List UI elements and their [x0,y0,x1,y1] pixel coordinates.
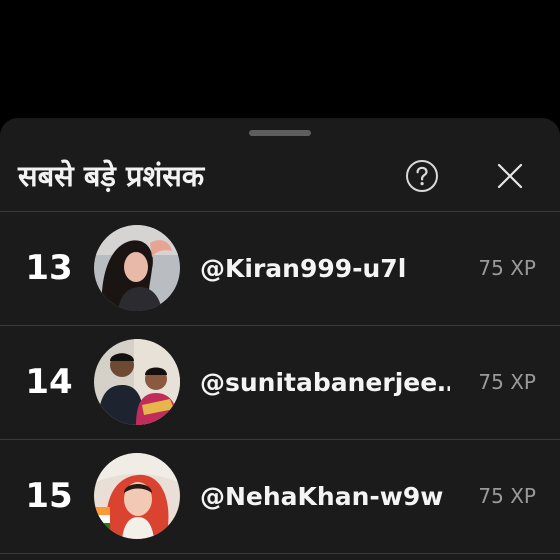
fan-rank: 14 [25,362,73,402]
fan-username[interactable]: @Kiran999-u7l [200,212,450,325]
fan-rank: 13 [25,248,73,288]
fan-xp: 75 XP [478,484,536,508]
fan-xp: 75 XP [478,256,536,280]
sheet-title: सबसे बड़े प्रशंसक [18,159,205,193]
sheet-drag-handle[interactable] [249,130,311,136]
user-avatar[interactable] [94,225,180,311]
fan-username[interactable]: @sunitabanerjee… [200,326,450,439]
help-button[interactable] [402,156,442,196]
top-fans-list: 13 @Kiran999-u7l 75 XP 14 @sunitabanerje… [0,212,560,554]
fan-username[interactable]: @NehaKhan-w9w [200,440,450,553]
help-circle-icon [406,160,438,192]
user-avatar[interactable] [94,453,180,539]
top-fans-bottom-sheet: सबसे बड़े प्रशंसक 13 @Kiran999-u7l 75 XP… [0,118,560,560]
fan-row[interactable]: 13 @Kiran999-u7l 75 XP [0,212,560,326]
close-icon [497,163,523,189]
fan-row[interactable]: 15 @NehaKhan-w9w 75 XP [0,440,560,554]
fan-xp: 75 XP [478,370,536,394]
fan-row[interactable]: 14 @sunitabanerjee… 75 XP [0,326,560,440]
close-button[interactable] [490,156,530,196]
fan-rank: 15 [25,476,73,516]
user-avatar[interactable] [94,339,180,425]
